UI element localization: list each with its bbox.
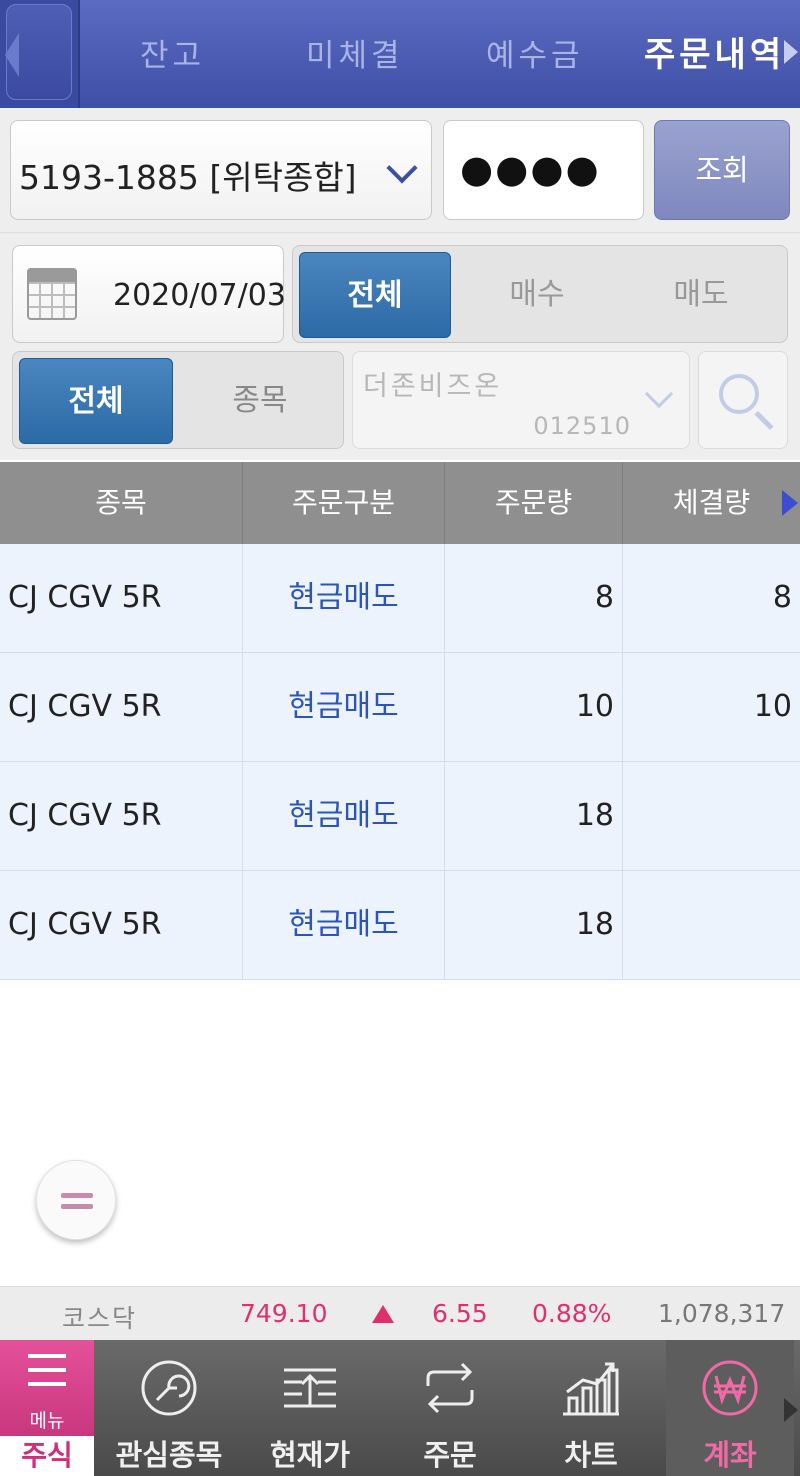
equals-icon: [61, 1193, 93, 1198]
ticker-change-pct: 0.88%: [532, 1299, 612, 1328]
password-field[interactable]: ●●●●: [443, 120, 644, 220]
table-row[interactable]: CJ CGV 5R 현금매도 10 10: [0, 653, 800, 762]
cell-order-qty: 18: [445, 762, 623, 870]
back-button[interactable]: [0, 0, 80, 108]
market-ticker[interactable]: 코스닥 749.10 6.55 0.88% 1,078,317: [0, 1286, 800, 1340]
cell-order-type: 현금매도: [243, 653, 445, 761]
cell-order-qty: 10: [445, 653, 623, 761]
stock-select[interactable]: 더존비즈온 012510: [352, 351, 690, 449]
nav-chart[interactable]: 차트: [520, 1340, 662, 1476]
order-icon: [426, 1362, 474, 1414]
trade-type-all[interactable]: 전체: [299, 252, 451, 338]
columns-scroll-right-icon[interactable]: [782, 490, 798, 516]
column-header-order-type: 주문구분: [243, 462, 445, 544]
cell-order-type: 현금매도: [243, 762, 445, 870]
ticker-change: 6.55: [432, 1299, 488, 1328]
bottom-nav: 메뉴 주식 관심종목 현재가 주문 차트 계좌: [0, 1340, 800, 1476]
stock-name: 더존비즈온: [363, 371, 503, 402]
query-button[interactable]: 조회: [654, 120, 790, 220]
nav-scroll-right-icon[interactable]: [784, 1398, 798, 1422]
nav-label: 주문: [423, 1438, 477, 1472]
floating-menu-button[interactable]: [36, 1160, 116, 1240]
cell-order-type: 현금매도: [243, 544, 445, 652]
up-triangle-icon: [372, 1305, 394, 1323]
cell-stock: CJ CGV 5R: [0, 544, 243, 652]
tab-deposit[interactable]: 예수금: [486, 30, 584, 75]
account-number: 5193-1885 [위탁종합]: [19, 158, 357, 197]
nav-order[interactable]: 주문: [380, 1340, 520, 1476]
chevron-down-icon: [644, 379, 674, 409]
cell-stock: CJ CGV 5R: [0, 653, 243, 761]
search-icon: [719, 374, 759, 414]
ticker-volume: 1,078,317: [658, 1299, 786, 1328]
menu-label: 메뉴: [29, 1410, 65, 1432]
trade-type-segment: 전체 매수 매도: [292, 245, 788, 343]
nav-label: 현재가: [269, 1438, 351, 1472]
scope-all[interactable]: 전체: [19, 358, 173, 444]
password-mask: ●●●●: [460, 147, 601, 191]
section-stock-tab[interactable]: 주식: [0, 1436, 94, 1476]
ticker-index: 749.10: [240, 1299, 328, 1328]
table-row[interactable]: CJ CGV 5R 현금매도 8 8: [0, 544, 800, 653]
date-value: 2020/07/03: [113, 278, 286, 313]
trade-type-sell[interactable]: 매도: [625, 252, 777, 338]
cell-order-qty: 8: [445, 544, 623, 652]
column-header-stock: 종목: [0, 462, 243, 544]
cell-stock: CJ CGV 5R: [0, 762, 243, 870]
table-row[interactable]: CJ CGV 5R 현금매도 18: [0, 762, 800, 871]
watchlist-icon: [141, 1360, 197, 1416]
column-header-filled-qty: 체결량: [672, 486, 751, 519]
hamburger-icon: [28, 1354, 66, 1358]
tab-balance[interactable]: 잔고: [140, 30, 205, 75]
tabs-scroll-right-icon[interactable]: [784, 40, 798, 64]
menu-button[interactable]: 메뉴: [0, 1340, 94, 1436]
account-row: 5193-1885 [위탁종합] ●●●● 조회: [0, 108, 800, 232]
cell-filled-qty: 8: [772, 580, 792, 615]
chevron-down-icon: [386, 152, 418, 184]
nav-current-price[interactable]: 현재가: [240, 1340, 380, 1476]
scope-segment: 전체 종목: [12, 351, 344, 449]
chart-icon: [563, 1362, 619, 1416]
cell-order-qty: 18: [445, 871, 623, 979]
cell-filled-qty: [623, 871, 800, 979]
nav-watchlist[interactable]: 관심종목: [98, 1340, 240, 1476]
date-picker[interactable]: 2020/07/03: [12, 245, 286, 343]
cell-order-type: 현금매도: [243, 871, 445, 979]
hamburger-icon-line: [28, 1382, 66, 1386]
scope-stock[interactable]: 종목: [183, 358, 337, 444]
nav-label: 차트: [564, 1438, 618, 1472]
top-tab-bar: 잔고 미체결 예수금 주문내역: [0, 0, 800, 108]
search-icon-handle: [754, 410, 774, 431]
column-header-order-qty: 주문량: [445, 462, 623, 544]
stock-search-button[interactable]: [698, 351, 788, 449]
stock-code: 012510: [533, 412, 631, 440]
price-icon: [284, 1368, 336, 1408]
tab-unfilled[interactable]: 미체결: [306, 30, 404, 75]
cell-filled-qty: [623, 762, 800, 870]
tab-order-history[interactable]: 주문내역: [644, 27, 785, 76]
won-icon: [702, 1360, 758, 1416]
trade-type-buy[interactable]: 매수: [461, 252, 613, 338]
nav-label: 관심종목: [115, 1438, 223, 1472]
filter-area: 2020/07/03 전체 매수 매도 전체 종목 더존비즈온 012510: [0, 232, 800, 460]
order-table-header: 종목 주문구분 주문량 체결량: [0, 462, 800, 544]
ticker-market: 코스닥: [62, 1304, 138, 1333]
nav-account[interactable]: 계좌: [666, 1340, 794, 1476]
nav-label: 계좌: [703, 1438, 757, 1472]
calendar-icon: [27, 268, 77, 320]
cell-stock: CJ CGV 5R: [0, 871, 243, 979]
hamburger-icon-line: [28, 1368, 66, 1372]
account-select[interactable]: 5193-1885 [위탁종합]: [10, 120, 432, 220]
table-row[interactable]: CJ CGV 5R 현금매도 18: [0, 871, 800, 980]
cell-filled-qty: 10: [753, 689, 792, 724]
back-arrow-icon: [5, 4, 72, 100]
equals-icon-line: [61, 1204, 93, 1209]
